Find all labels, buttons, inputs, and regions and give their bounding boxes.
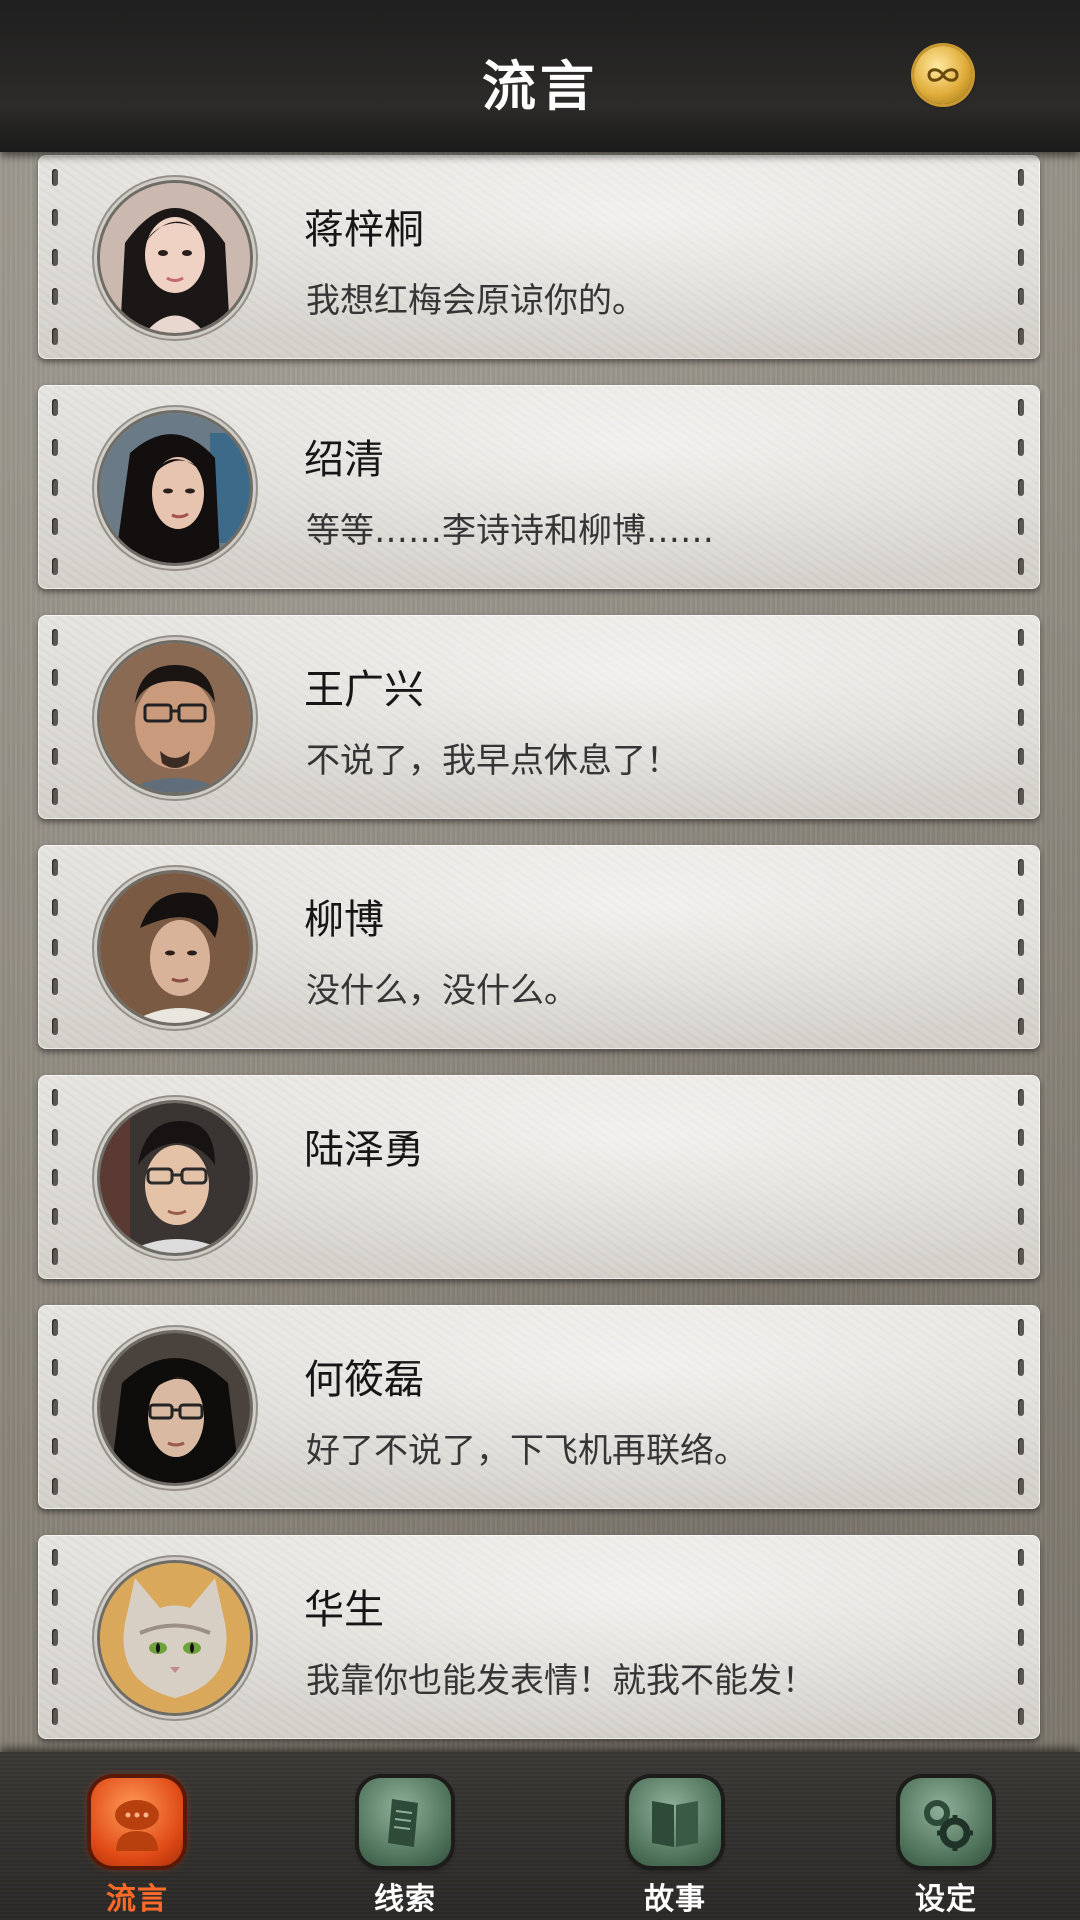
tab-label: 流言: [106, 1882, 168, 1917]
avatar-frame: [92, 1555, 258, 1721]
contact-name: 华生: [304, 1587, 384, 1633]
avatar: [100, 1563, 250, 1713]
contact-last-message: 没什么，没什么。: [306, 971, 578, 1011]
contact-last-message: 我想红梅会原谅你的。: [306, 281, 646, 321]
avatar: [100, 873, 250, 1023]
avatar-frame: [92, 405, 258, 571]
contact-name: 绍清: [304, 437, 384, 483]
avatar: [100, 1333, 250, 1483]
avatar: [100, 643, 250, 793]
contact-name: 蒋梓桐: [304, 207, 424, 253]
document-icon: [359, 1778, 451, 1866]
gear-icon: [900, 1778, 992, 1866]
contact-card[interactable]: 陆泽勇: [38, 1075, 1040, 1279]
contact-card[interactable]: 蒋梓桐 我想红梅会原谅你的。: [38, 155, 1040, 359]
card-binding-holes: [52, 1549, 60, 1725]
card-binding-holes: [52, 629, 60, 805]
top-bar: 流言: [0, 0, 1080, 152]
tab-rumors[interactable]: 流言: [82, 1778, 192, 1918]
rumor-list: 蒋梓桐 我想红梅会原谅你的。 绍清 等等……李诗诗和柳博…… 王广兴 不说了，我…: [0, 0, 1080, 1920]
contact-name: 王广兴: [304, 667, 424, 713]
chat-bubble-icon: [91, 1778, 183, 1866]
contact-card[interactable]: 柳博 没什么，没什么。: [38, 845, 1040, 1049]
contact-name: 柳博: [304, 897, 384, 943]
contact-name: 何筱磊: [304, 1357, 424, 1403]
tab-label: 故事: [644, 1882, 706, 1917]
card-binding-holes: [1018, 399, 1026, 575]
avatar-frame: [92, 635, 258, 801]
tab-label: 线索: [374, 1882, 436, 1917]
card-binding-holes: [52, 399, 60, 575]
contact-last-message: 等等……李诗诗和柳博……: [306, 511, 714, 551]
card-binding-holes: [1018, 169, 1026, 345]
card-binding-holes: [52, 169, 60, 345]
card-binding-holes: [52, 859, 60, 1035]
contact-card[interactable]: 何筱磊 好了不说了，下飞机再联络。: [38, 1305, 1040, 1509]
card-binding-holes: [1018, 629, 1026, 805]
contact-last-message: 我靠你也能发表情！就我不能发！: [306, 1661, 816, 1701]
tab-clues[interactable]: 线索: [350, 1778, 460, 1918]
contact-card[interactable]: 华生 我靠你也能发表情！就我不能发！: [38, 1535, 1040, 1739]
contact-card[interactable]: 王广兴 不说了，我早点休息了！: [38, 615, 1040, 819]
contact-last-message: 不说了，我早点休息了！: [306, 741, 680, 781]
tab-story[interactable]: 故事: [620, 1778, 730, 1918]
avatar: [100, 183, 250, 333]
avatar: [100, 413, 250, 563]
tab-settings[interactable]: 设定: [891, 1778, 1001, 1918]
contact-card[interactable]: 绍清 等等……李诗诗和柳博……: [38, 385, 1040, 589]
card-binding-holes: [52, 1319, 60, 1495]
card-binding-holes: [1018, 1549, 1026, 1725]
card-binding-holes: [1018, 859, 1026, 1035]
card-binding-holes: [1018, 1319, 1026, 1495]
card-binding-holes: [1018, 1089, 1026, 1265]
avatar-frame: [92, 1095, 258, 1261]
avatar-frame: [92, 175, 258, 341]
bottom-tab-bar: 流言 线索 故事 设定: [0, 1752, 1080, 1920]
infinity-coin-icon[interactable]: [914, 46, 972, 104]
card-binding-holes: [52, 1089, 60, 1265]
avatar-frame: [92, 1325, 258, 1491]
book-icon: [629, 1778, 721, 1866]
avatar: [100, 1103, 250, 1253]
infinity-icon: [927, 68, 959, 82]
contact-last-message: 好了不说了，下飞机再联络。: [306, 1431, 748, 1471]
tab-label: 设定: [915, 1882, 977, 1917]
avatar-frame: [92, 865, 258, 1031]
contact-name: 陆泽勇: [304, 1127, 424, 1173]
